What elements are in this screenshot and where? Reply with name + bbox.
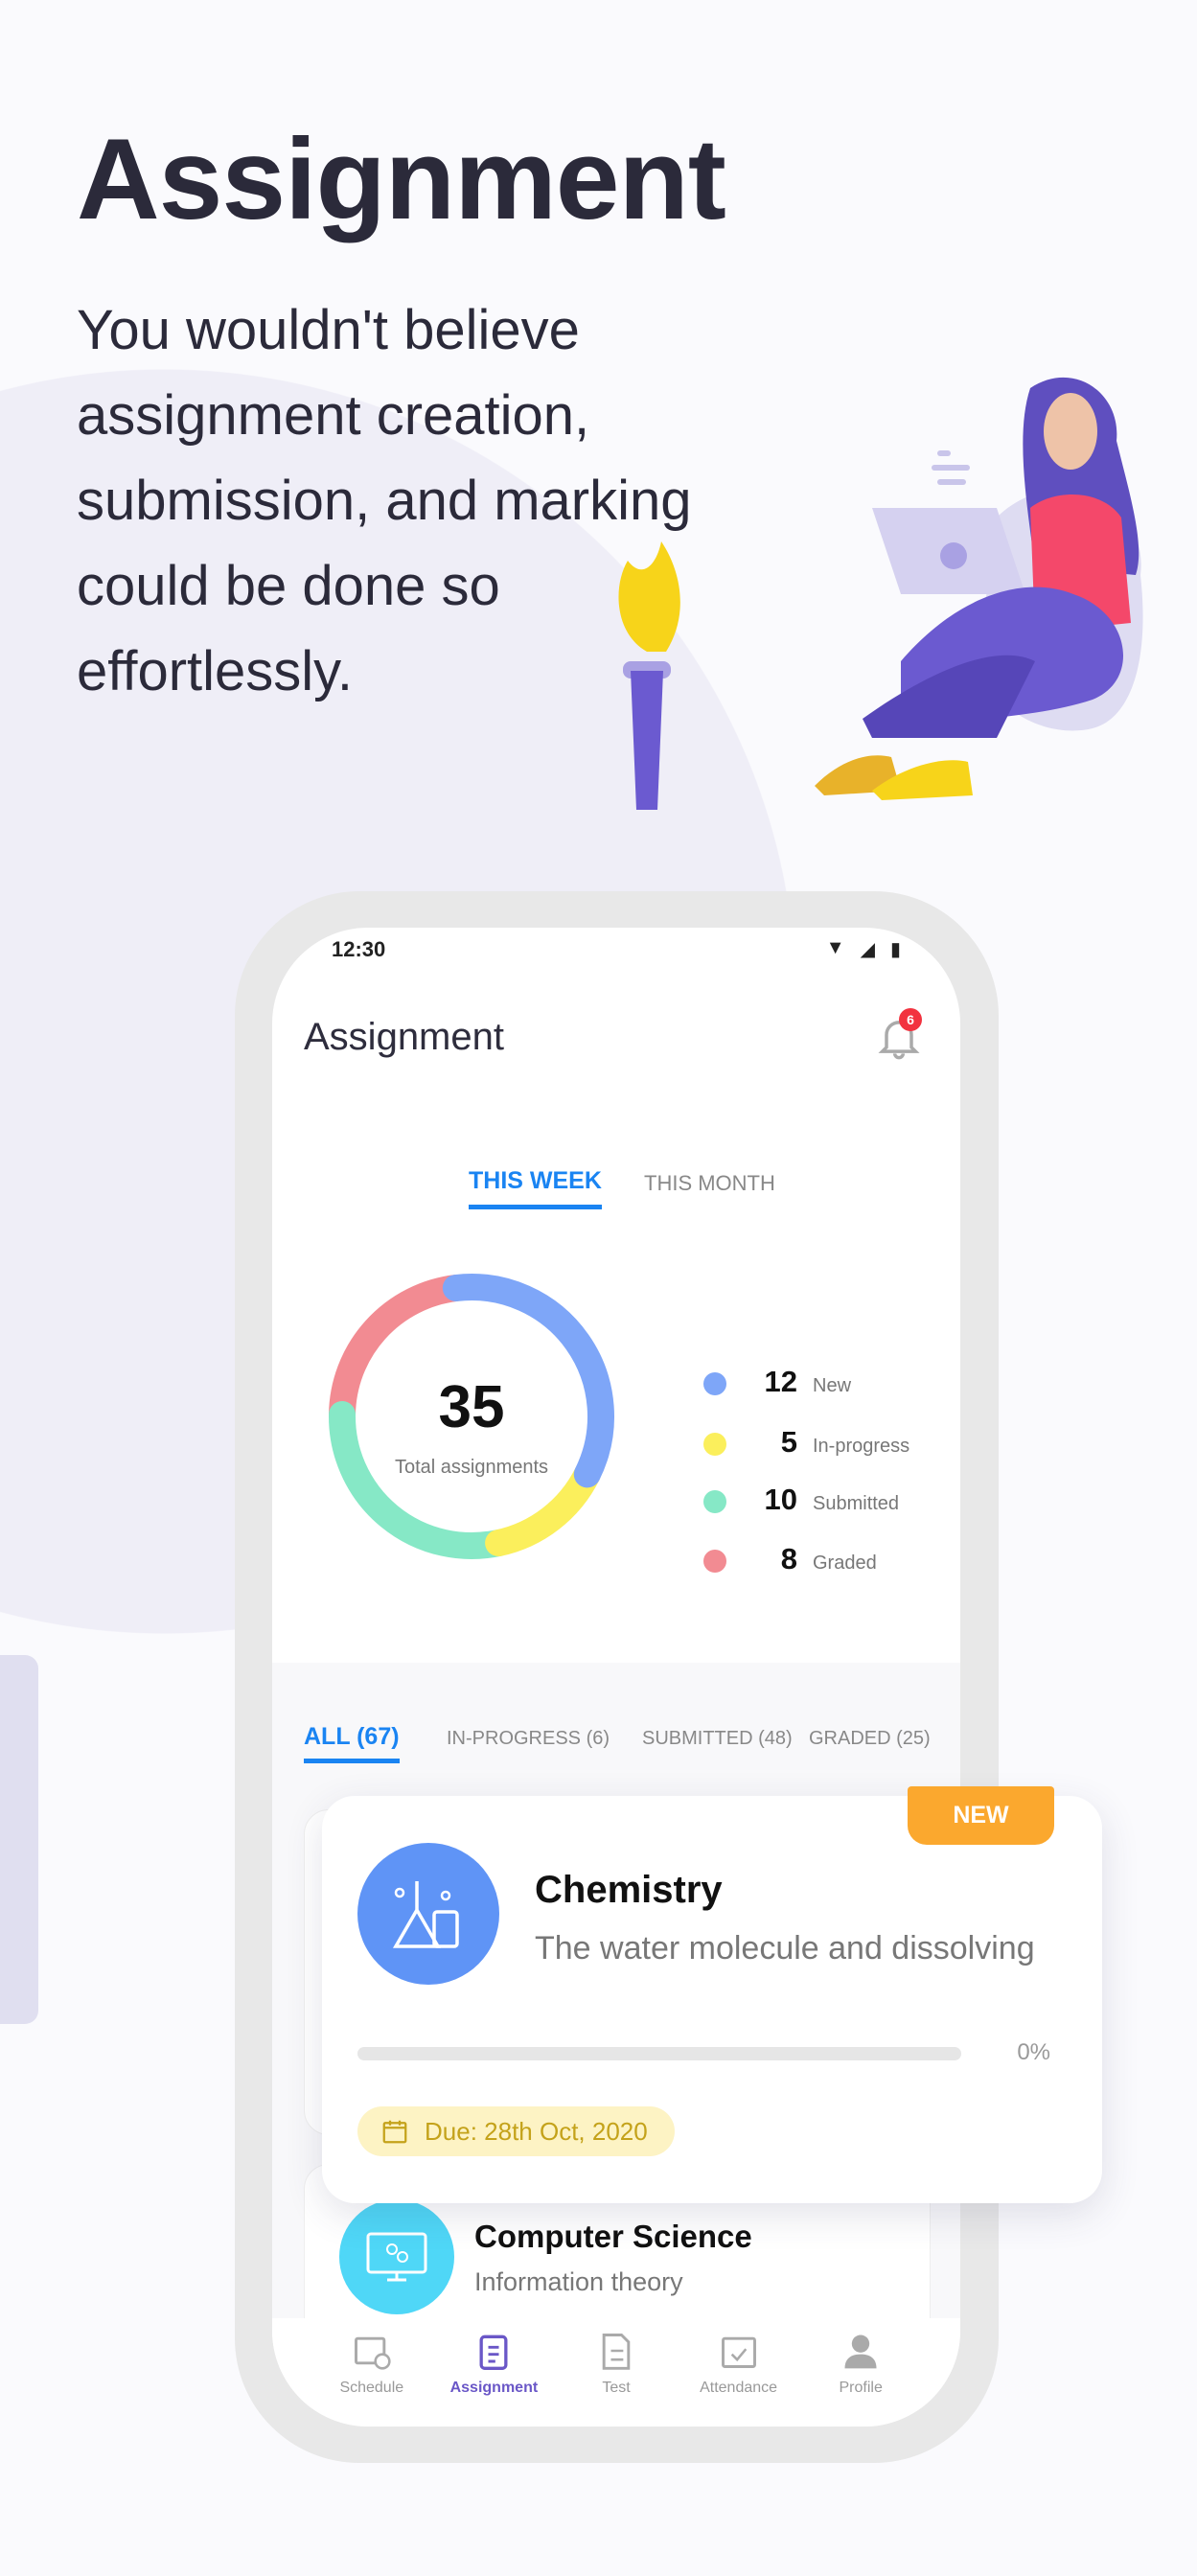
nav-label: Schedule: [339, 2380, 404, 2396]
legend-submitted: 10 Submitted: [703, 1483, 899, 1521]
legend-dot: [703, 1550, 726, 1573]
legend-count: 10: [764, 1483, 797, 1516]
flask-icon: [357, 1843, 499, 1985]
side-tab: [0, 1655, 38, 2024]
cs-topic: Information theory: [474, 2267, 683, 2296]
nav-label: Test: [602, 2380, 631, 2396]
nav-assignment[interactable]: Assignment: [433, 2318, 554, 2426]
wifi-icon: ▼: [825, 937, 845, 958]
progress-percent: 0%: [1017, 2039, 1050, 2065]
profile-icon: [844, 2334, 877, 2369]
legend-in-progress: 5 In-progress: [703, 1425, 909, 1463]
legend-new: 12 New: [703, 1365, 851, 1403]
legend-label: Submitted: [813, 1493, 900, 1514]
filter-tab-all[interactable]: ALL (67): [304, 1723, 400, 1763]
tab-this-week[interactable]: THIS WEEK: [469, 1167, 602, 1209]
schedule-icon: [354, 2336, 391, 2370]
woman-laptop-illustration: [618, 377, 1143, 810]
battery-icon: ▮: [889, 939, 901, 960]
nav-test[interactable]: Test: [556, 2318, 677, 2426]
progress-bar: [357, 2047, 961, 2060]
total-label: Total assignments: [394, 1457, 549, 1478]
new-badge: NEW: [908, 1786, 1054, 1845]
legend-label: New: [813, 1375, 852, 1396]
due-date-pill: Due: 28th Oct, 2020: [357, 2106, 675, 2156]
legend-label: Graded: [813, 1552, 877, 1574]
legend-count: 5: [780, 1425, 797, 1459]
legend-label: In-progress: [813, 1436, 910, 1457]
donut-segment-in-progress: [485, 1460, 601, 1557]
nav-label: Assignment: [449, 2380, 539, 2396]
due-date: Due: 28th Oct, 2020: [425, 2116, 648, 2146]
nav-attendance[interactable]: Attendance: [679, 2318, 799, 2426]
filter-tab-graded[interactable]: GRADED (25): [809, 1728, 931, 1750]
legend-dot: [703, 1490, 726, 1513]
tab-this-month[interactable]: THIS MONTH: [644, 1171, 775, 1196]
nav-label: Attendance: [700, 2380, 778, 2396]
nav-profile[interactable]: Profile: [800, 2318, 921, 2426]
app-title: Assignment: [304, 1016, 504, 1058]
nav-schedule[interactable]: Schedule: [311, 2318, 432, 2426]
bottom-nav: Schedule Assignment Test Attendance Prof…: [272, 2318, 960, 2426]
status-icons: ▼ ◢ ▮: [826, 937, 901, 961]
test-document-icon: [602, 2334, 631, 2370]
notification-badge: 6: [899, 1008, 922, 1031]
filter-tab-in-progress[interactable]: IN-PROGRESS (6): [447, 1728, 610, 1750]
assignment-card-chemistry[interactable]: NEW Chemistry The water molecule and dis…: [322, 1786, 1102, 2203]
hero-title: Assignment: [77, 115, 726, 243]
legend-count: 12: [764, 1365, 797, 1398]
calendar-icon: [382, 2120, 407, 2144]
calendar-check-icon: [721, 2336, 756, 2368]
total-count: 35: [438, 1374, 505, 1440]
legend-dot: [703, 1372, 726, 1395]
nav-label: Profile: [839, 2380, 883, 2396]
computer-icon: [339, 2199, 454, 2314]
chemistry-subject: Chemistry: [535, 1869, 723, 1911]
status-time: 12:30: [332, 937, 386, 961]
chemistry-topic: The water molecule and dissolving: [535, 1930, 1035, 1966]
legend-dot: [703, 1433, 726, 1456]
signal-icon: ◢: [860, 939, 875, 960]
clipboard-icon: [479, 2334, 508, 2370]
legend-count: 8: [780, 1542, 797, 1576]
legend-graded: 8 Graded: [703, 1542, 877, 1580]
cs-subject: Computer Science: [474, 2219, 752, 2254]
filter-tab-submitted[interactable]: SUBMITTED (48): [642, 1728, 793, 1750]
